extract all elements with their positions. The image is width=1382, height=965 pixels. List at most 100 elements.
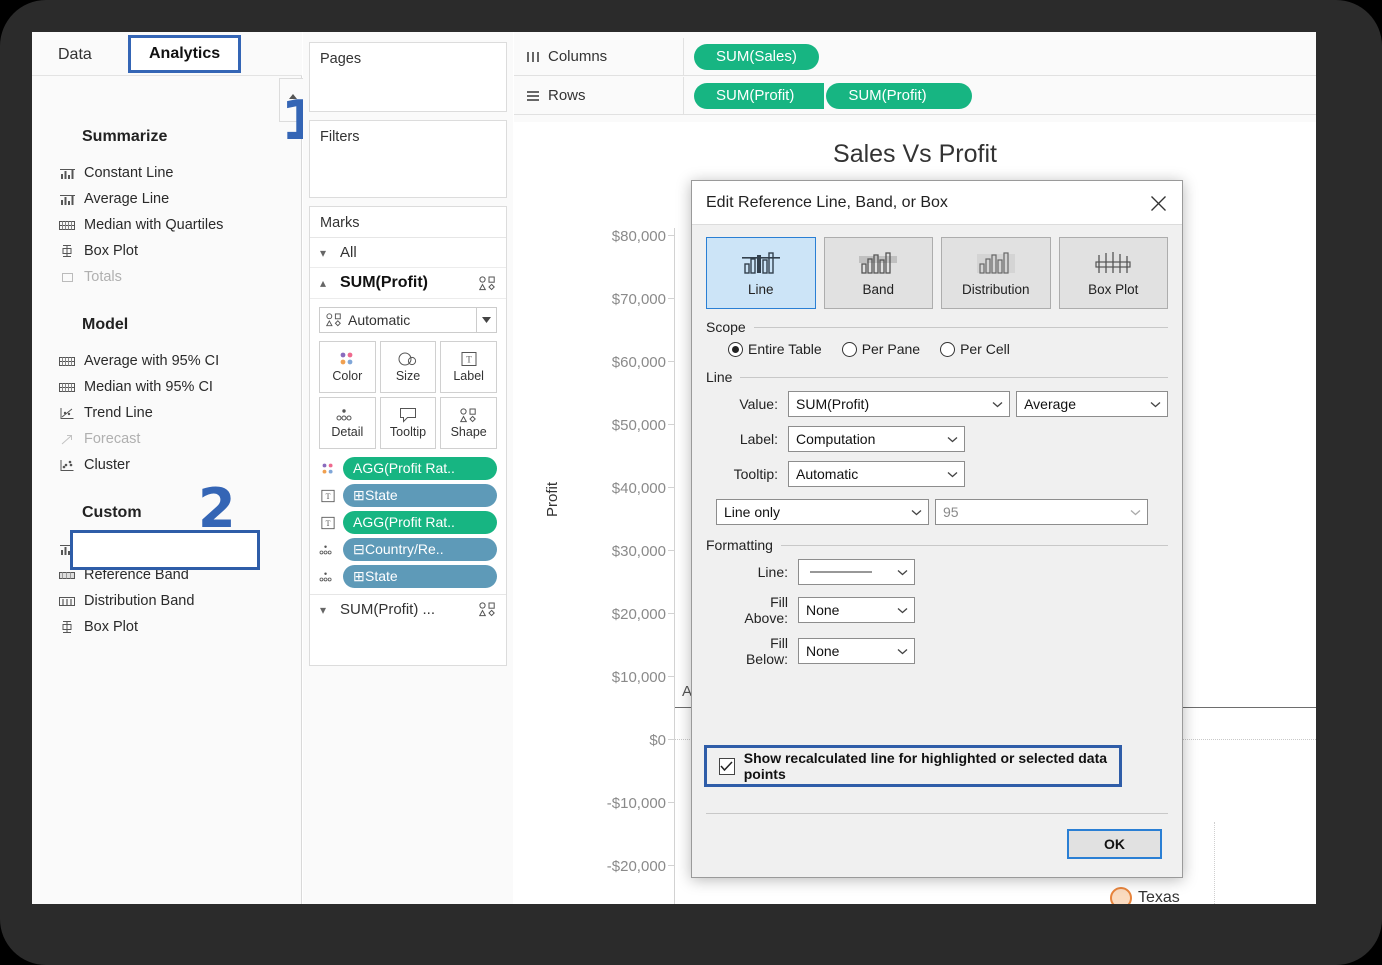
analytics-item-average-line[interactable]: Average Line	[54, 186, 294, 212]
marks-button-tooltip[interactable]: Tooltip	[379, 397, 437, 449]
shelf-pill-sum-profit-1[interactable]: SUM(Profit)	[694, 82, 825, 109]
analytics-item-trend-line[interactable]: Trend Line	[54, 400, 294, 426]
rows-drop-area[interactable]: SUM(Profit) SUM(Profit)	[684, 82, 972, 109]
type-button-band[interactable]: Band	[823, 237, 933, 309]
pages-card[interactable]: Pages	[309, 42, 507, 112]
marks-pill-label[interactable]: ⊞State	[343, 565, 497, 588]
analytics-item-box-plot-custom[interactable]: Box Plot	[54, 614, 294, 640]
marks-group-label: SUM(Profit)	[340, 274, 428, 291]
mark-type-dropdown[interactable]: Automatic	[319, 307, 497, 333]
type-button-line[interactable]: Line	[706, 237, 816, 309]
marks-pill-row[interactable]: T AGG(Profit Rat..	[319, 511, 497, 534]
analytics-item-constant-line[interactable]: Constant Line	[54, 160, 294, 186]
pill-text: Country/Re..	[365, 541, 444, 557]
summarize-list: Constant Line Average Line Median with Q…	[54, 160, 294, 290]
scope-legend: Scope	[706, 319, 1168, 335]
marks-button-size[interactable]: Size	[379, 341, 437, 393]
marks-pill-label[interactable]: AGG(Profit Rat..	[343, 457, 497, 480]
columns-drop-area[interactable]: SUM(Sales)	[684, 43, 819, 70]
line-style-dropdown[interactable]	[798, 559, 915, 585]
fill-above-dropdown[interactable]: None	[798, 597, 915, 623]
analytics-item-distribution-band[interactable]: Distribution Band	[54, 588, 294, 614]
type-button-label: Box Plot	[1088, 281, 1139, 297]
marks-group-sum-profit-2[interactable]: ▾ SUM(Profit) ...	[310, 594, 506, 624]
analytics-item-cluster[interactable]: Cluster	[54, 452, 294, 478]
close-icon[interactable]	[1142, 187, 1174, 219]
y-tickmark	[668, 802, 674, 803]
chevron-down-icon	[911, 500, 922, 524]
percentile-value: 95	[943, 504, 959, 520]
filters-card[interactable]: Filters	[309, 120, 507, 198]
svg-text:T: T	[466, 355, 472, 365]
marks-button-detail[interactable]: Detail	[319, 397, 376, 449]
recalculated-line-checkbox-row[interactable]: Show recalculated line for highlighted o…	[704, 745, 1122, 787]
marks-group-sum-profit[interactable]: ▴ SUM(Profit)	[310, 268, 506, 299]
radio-per-cell[interactable]: Per Cell	[940, 341, 1010, 357]
ok-button[interactable]: OK	[1067, 829, 1162, 859]
analytics-pane: Data Analytics 1 2 Summarize Constant Li…	[32, 32, 319, 904]
chevron-down-icon: ▾	[320, 245, 327, 260]
expand-plus-icon[interactable]: ⊞	[353, 565, 365, 588]
fill-above-value: None	[806, 602, 840, 618]
marks-button-color[interactable]: Color	[319, 341, 376, 393]
reference-line-icon	[54, 167, 80, 180]
checkbox-checked-icon[interactable]	[719, 757, 735, 775]
marks-label: Marks	[310, 207, 506, 238]
legend-item-texas[interactable]: Texas	[1110, 887, 1180, 904]
marks-button-grid: Color Size T Label Detail Tooltip Shape	[319, 341, 497, 449]
value-dropdown[interactable]: SUM(Profit)	[788, 391, 1011, 417]
reference-type-tabs: Line Band Distribution Box Plot	[692, 225, 1182, 313]
radio-entire-table[interactable]: Entire Table	[728, 341, 822, 357]
analytics-item-reference-line[interactable]: Reference Line	[54, 536, 294, 562]
shelf-pill-sum-sales[interactable]: SUM(Sales)	[694, 43, 819, 70]
tab-data[interactable]: Data	[48, 40, 102, 70]
marks-pill-label[interactable]: ⊞State	[343, 484, 497, 507]
rows-shelf[interactable]: Rows SUM(Profit) SUM(Profit)	[514, 77, 1316, 115]
y-tick-label: $40,000	[611, 480, 666, 497]
marks-pill-row[interactable]: ⊟Country/Re..	[319, 538, 497, 561]
totals-icon	[54, 271, 80, 284]
marks-button-label[interactable]: T Label	[440, 341, 497, 393]
analytics-item-median-with-95-ci[interactable]: Median with 95% CI	[54, 374, 294, 400]
radio-label: Per Pane	[861, 341, 921, 357]
analytics-item-label: Forecast	[84, 431, 141, 447]
analytics-item-box-plot[interactable]: Box Plot	[54, 238, 294, 264]
radio-per-pane[interactable]: Per Pane	[841, 341, 921, 357]
analytics-item-label: Trend Line	[84, 405, 153, 421]
type-button-distribution[interactable]: Distribution	[941, 237, 1051, 309]
chevron-down-icon	[947, 462, 958, 486]
collapse-minus-icon[interactable]: ⊟	[353, 538, 365, 561]
marks-group-all[interactable]: ▾ All	[310, 238, 506, 268]
chevron-up-icon: ▴	[320, 276, 327, 290]
label-dropdown[interactable]: Computation	[788, 426, 965, 452]
marks-button-shape[interactable]: Shape	[440, 397, 497, 449]
tooltip-dropdown[interactable]: Automatic	[788, 461, 965, 487]
radio-label: Entire Table	[748, 341, 822, 357]
marks-pill-row[interactable]: ⊞State	[319, 565, 497, 588]
scope-group: Scope Entire Table Per Pane Per Cell	[706, 319, 1168, 357]
analytics-item-label: Constant Line	[84, 165, 174, 181]
columns-shelf[interactable]: Columns SUM(Sales)	[514, 38, 1316, 76]
device-frame: Data Analytics 1 2 Summarize Constant Li…	[0, 0, 1382, 965]
marks-pill-row[interactable]: T ⊞State	[319, 484, 497, 507]
display-mode-dropdown[interactable]: Line only	[716, 499, 929, 525]
analytics-item-median-with-quartiles[interactable]: Median with Quartiles	[54, 212, 294, 238]
mark-type-value: Automatic	[348, 312, 411, 328]
tab-analytics[interactable]: Analytics	[128, 35, 242, 73]
aggregation-value: Average	[1024, 396, 1076, 412]
marks-pill-label[interactable]: ⊟Country/Re..	[343, 538, 497, 561]
type-button-box-plot[interactable]: Box Plot	[1058, 237, 1168, 309]
marks-button-label: Tooltip	[389, 425, 427, 439]
detail-icon	[319, 543, 337, 557]
analytics-item-average-with-95-ci[interactable]: Average with 95% CI	[54, 348, 294, 374]
marks-pill-row[interactable]: AGG(Profit Rat..	[319, 457, 497, 480]
marks-pill-label[interactable]: AGG(Profit Rat..	[343, 511, 497, 534]
shelf-pill-sum-profit-2[interactable]: SUM(Profit)	[826, 82, 972, 109]
filters-label: Filters	[320, 129, 360, 145]
expand-plus-icon[interactable]: ⊞	[353, 484, 365, 507]
aggregation-dropdown[interactable]: Average	[1016, 391, 1168, 417]
fill-below-dropdown[interactable]: None	[798, 638, 915, 664]
chevron-down-icon	[992, 392, 1003, 416]
analytics-item-reference-band[interactable]: Reference Band	[54, 562, 294, 588]
fill-above-label: Fill Above:	[744, 594, 788, 626]
